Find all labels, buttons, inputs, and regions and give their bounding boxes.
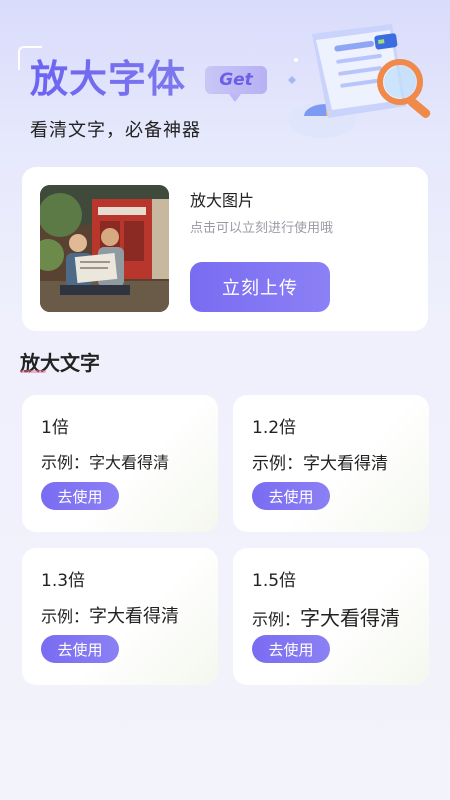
scale-label: 1.2倍 xyxy=(252,418,297,438)
example-text: 示例：字大看得清 xyxy=(252,602,400,631)
page-title: 放大字体 xyxy=(30,57,187,101)
document-magnifier-illustration xyxy=(288,24,431,138)
scale-option-card-1-2x[interactable]: 1.2倍 示例：字大看得清 去使用 xyxy=(233,395,429,532)
example-label: 示例： xyxy=(41,453,90,472)
scale-label: 1.3倍 xyxy=(41,571,86,591)
example-text: 示例：字大看得清 xyxy=(41,602,179,628)
scale-option-card-1-3x[interactable]: 1.3倍 示例：字大看得清 去使用 xyxy=(22,548,218,685)
upload-image-card: 放大图片 点击可以立刻进行使用哦 立刻上传 xyxy=(22,167,428,331)
example-label: 示例： xyxy=(252,454,303,474)
get-badge: Get xyxy=(205,66,267,102)
example-label: 示例： xyxy=(252,610,301,629)
sample-photo xyxy=(40,185,169,312)
example-text: 示例：字大看得清 xyxy=(252,449,388,474)
page-subtitle: 看清文字，必备神器 xyxy=(30,120,201,141)
upload-title: 放大图片 xyxy=(190,191,255,210)
scale-option-card-1x[interactable]: 1倍 示例：字大看得清 去使用 xyxy=(22,395,218,532)
upload-description: 点击可以立刻进行使用哦 xyxy=(190,221,334,236)
example-label: 示例： xyxy=(41,607,90,626)
use-button[interactable]: 去使用 xyxy=(252,635,330,663)
use-button[interactable]: 去使用 xyxy=(41,635,119,663)
scale-label: 1倍 xyxy=(41,418,69,438)
example-sample: 字大看得清 xyxy=(300,606,401,630)
example-sample: 字大看得清 xyxy=(303,454,388,474)
section-title-underline xyxy=(20,370,46,373)
example-sample: 字大看得清 xyxy=(89,453,170,472)
use-button[interactable]: 去使用 xyxy=(252,482,330,510)
upload-now-button[interactable]: 立刻上传 xyxy=(190,262,330,312)
example-text: 示例：字大看得清 xyxy=(41,449,169,473)
scale-option-card-1-5x[interactable]: 1.5倍 示例：字大看得清 去使用 xyxy=(233,548,429,685)
example-sample: 字大看得清 xyxy=(89,606,180,627)
use-button[interactable]: 去使用 xyxy=(41,482,119,510)
scale-label: 1.5倍 xyxy=(252,571,297,591)
